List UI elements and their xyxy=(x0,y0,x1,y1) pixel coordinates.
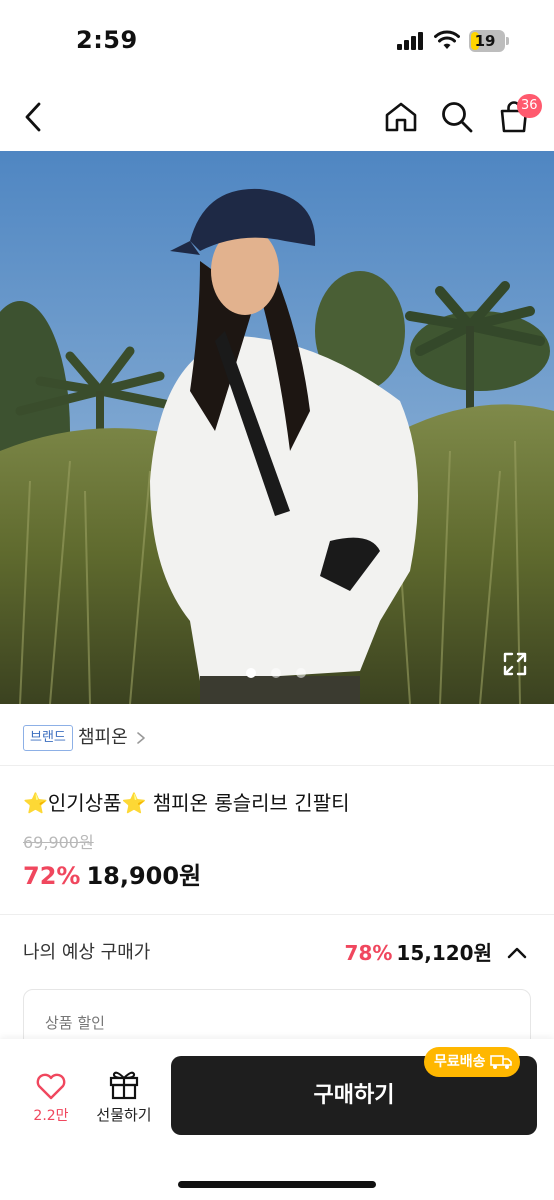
product-title: ⭐인기상품⭐ 챔피온 롱슬리브 긴팔티 xyxy=(23,789,350,817)
search-button[interactable] xyxy=(437,97,477,137)
image-pagination xyxy=(246,668,308,678)
heart-icon xyxy=(36,1073,66,1100)
status-bar: 2:59 19 xyxy=(0,0,554,80)
pagination-dot[interactable] xyxy=(296,668,306,678)
wifi-icon xyxy=(434,30,460,49)
gift-button[interactable]: 선물하기 xyxy=(92,1068,156,1130)
title-highlight: 인기상품 xyxy=(47,791,122,815)
gift-icon xyxy=(109,1071,139,1100)
battery-cap xyxy=(506,37,509,45)
nav-bar xyxy=(0,85,554,151)
discount-rate: 72% xyxy=(23,862,81,890)
original-price: 69,900원 xyxy=(23,833,94,852)
section-divider xyxy=(0,914,554,915)
product-photo xyxy=(0,151,554,704)
battery-level: 19 xyxy=(474,32,496,50)
like-count: 2.2만 xyxy=(33,1108,69,1124)
pagination-dot[interactable] xyxy=(271,668,281,678)
star-icon: ⭐ xyxy=(23,791,48,815)
estimated-price-value: 15,120원 xyxy=(396,941,492,965)
title-text: 챔피온 롱슬리브 긴팔티 xyxy=(146,791,350,815)
cart-count-badge: 36 xyxy=(517,94,542,118)
product-image[interactable] xyxy=(0,151,554,704)
like-button[interactable]: 2.2만 xyxy=(26,1071,76,1131)
chevron-up-icon[interactable] xyxy=(503,939,531,967)
gift-label: 선물하기 xyxy=(96,1106,152,1124)
pagination-dot[interactable] xyxy=(246,668,256,678)
product-discount-label: 상품 할인 xyxy=(45,1014,105,1032)
back-button[interactable] xyxy=(14,97,54,137)
star-icon: ⭐ xyxy=(121,791,147,815)
price-row: 72% 18,900원 xyxy=(23,858,201,894)
chevron-left-icon xyxy=(25,102,41,132)
brand-badge: 브랜드 xyxy=(23,725,73,751)
estimated-discount: 78% xyxy=(344,941,393,965)
free-shipping-label: 무료배송 xyxy=(434,1054,486,1070)
expand-icon[interactable] xyxy=(502,651,528,677)
brand-row[interactable]: 브랜드 챔피온 xyxy=(0,704,554,766)
search-icon xyxy=(442,102,473,133)
home-button[interactable] xyxy=(381,97,421,137)
brand-name[interactable]: 챔피온 xyxy=(78,725,128,751)
battery-icon: 19 xyxy=(469,30,505,52)
estimated-price-label: 나의 예상 구매가 xyxy=(23,942,151,963)
truck-icon xyxy=(489,1055,512,1069)
status-time: 2:59 xyxy=(76,26,138,54)
home-icon xyxy=(385,102,417,132)
free-shipping-badge: 무료배송 xyxy=(424,1047,520,1077)
sale-price: 18,900원 xyxy=(86,862,202,890)
chevron-right-icon xyxy=(137,732,145,744)
signal-icon xyxy=(397,32,423,50)
home-indicator xyxy=(178,1181,376,1188)
estimated-price: 78% 15,120원 xyxy=(345,938,492,970)
